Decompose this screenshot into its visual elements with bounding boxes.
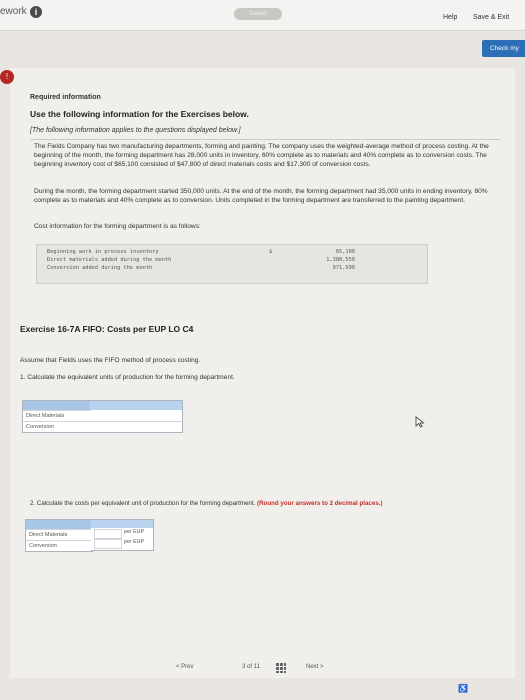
cost-per-eup-conversion-input[interactable] (94, 539, 122, 549)
pagination: < Prev 3 of 11 Next > (176, 662, 356, 676)
save-exit-button[interactable]: Save & Exit (473, 14, 509, 21)
app-title: ework (0, 6, 27, 17)
use-info-title: Use the following information for the Ex… (30, 109, 249, 119)
help-button[interactable]: Help (443, 14, 457, 21)
info-paragraph-1: The Fields Company has two manufacturing… (34, 143, 489, 168)
cost-info-table: Beginning work in process inventory $ 65… (36, 244, 428, 284)
info-note: [The following information applies to th… (30, 127, 241, 134)
divider (30, 139, 500, 140)
question-2-text: 2. Calculate the costs per equivalent un… (30, 500, 383, 507)
row-label: Conversion (23, 421, 91, 432)
rounding-hint: (Round your answers to 2 decimal places.… (257, 500, 383, 507)
unit-label: per EUP (124, 539, 145, 545)
accessibility-icon[interactable]: ♿ (458, 684, 468, 693)
grid-icon[interactable] (276, 663, 286, 673)
page-indicator: 3 of 11 (242, 664, 260, 670)
cost-per-eup-materials-input[interactable] (94, 529, 122, 539)
top-bar: ework i Saved Help Save & Exit (0, 0, 525, 31)
cost-row: Beginning work in process inventory $ 65… (47, 249, 355, 255)
required-info-label: Required information (30, 94, 101, 101)
eup-table-labels: Direct Materials Conversion (22, 400, 92, 433)
info-icon[interactable]: i (30, 6, 42, 18)
cost-per-eup-table-labels: Direct Materials Conversion (25, 519, 93, 552)
check-my-work-button[interactable]: Check my (482, 40, 525, 57)
cost-row: Conversion added during the month 971,59… (47, 265, 355, 271)
prev-button[interactable]: < Prev (176, 664, 194, 670)
exercise-title: Exercise 16-7A FIFO: Costs per EUP LO C4 (20, 324, 194, 334)
next-button[interactable]: Next > (306, 664, 324, 670)
row-label: Direct Materials (26, 529, 92, 540)
exercise-assumption: Assume that Fields uses the FIFO method … (20, 357, 201, 364)
info-paragraph-2: During the month, the forming department… (34, 188, 488, 204)
row-label: Conversion (26, 540, 92, 551)
row-label: Direct Materials (23, 410, 91, 421)
question-1-text: 1. Calculate the equivalent units of pro… (20, 374, 235, 381)
mouse-cursor-icon (415, 416, 425, 428)
unit-label: per EUP (124, 529, 145, 535)
cost-row: Direct materials added during the month … (47, 257, 355, 263)
eup-answer-inputs[interactable] (90, 400, 183, 433)
saved-status-badge: Saved (234, 8, 282, 20)
cost-per-eup-inputs: per EUP per EUP (91, 519, 154, 551)
info-paragraph-3: Cost information for the forming departm… (34, 223, 201, 230)
question-alert-badge: ! (0, 70, 14, 84)
